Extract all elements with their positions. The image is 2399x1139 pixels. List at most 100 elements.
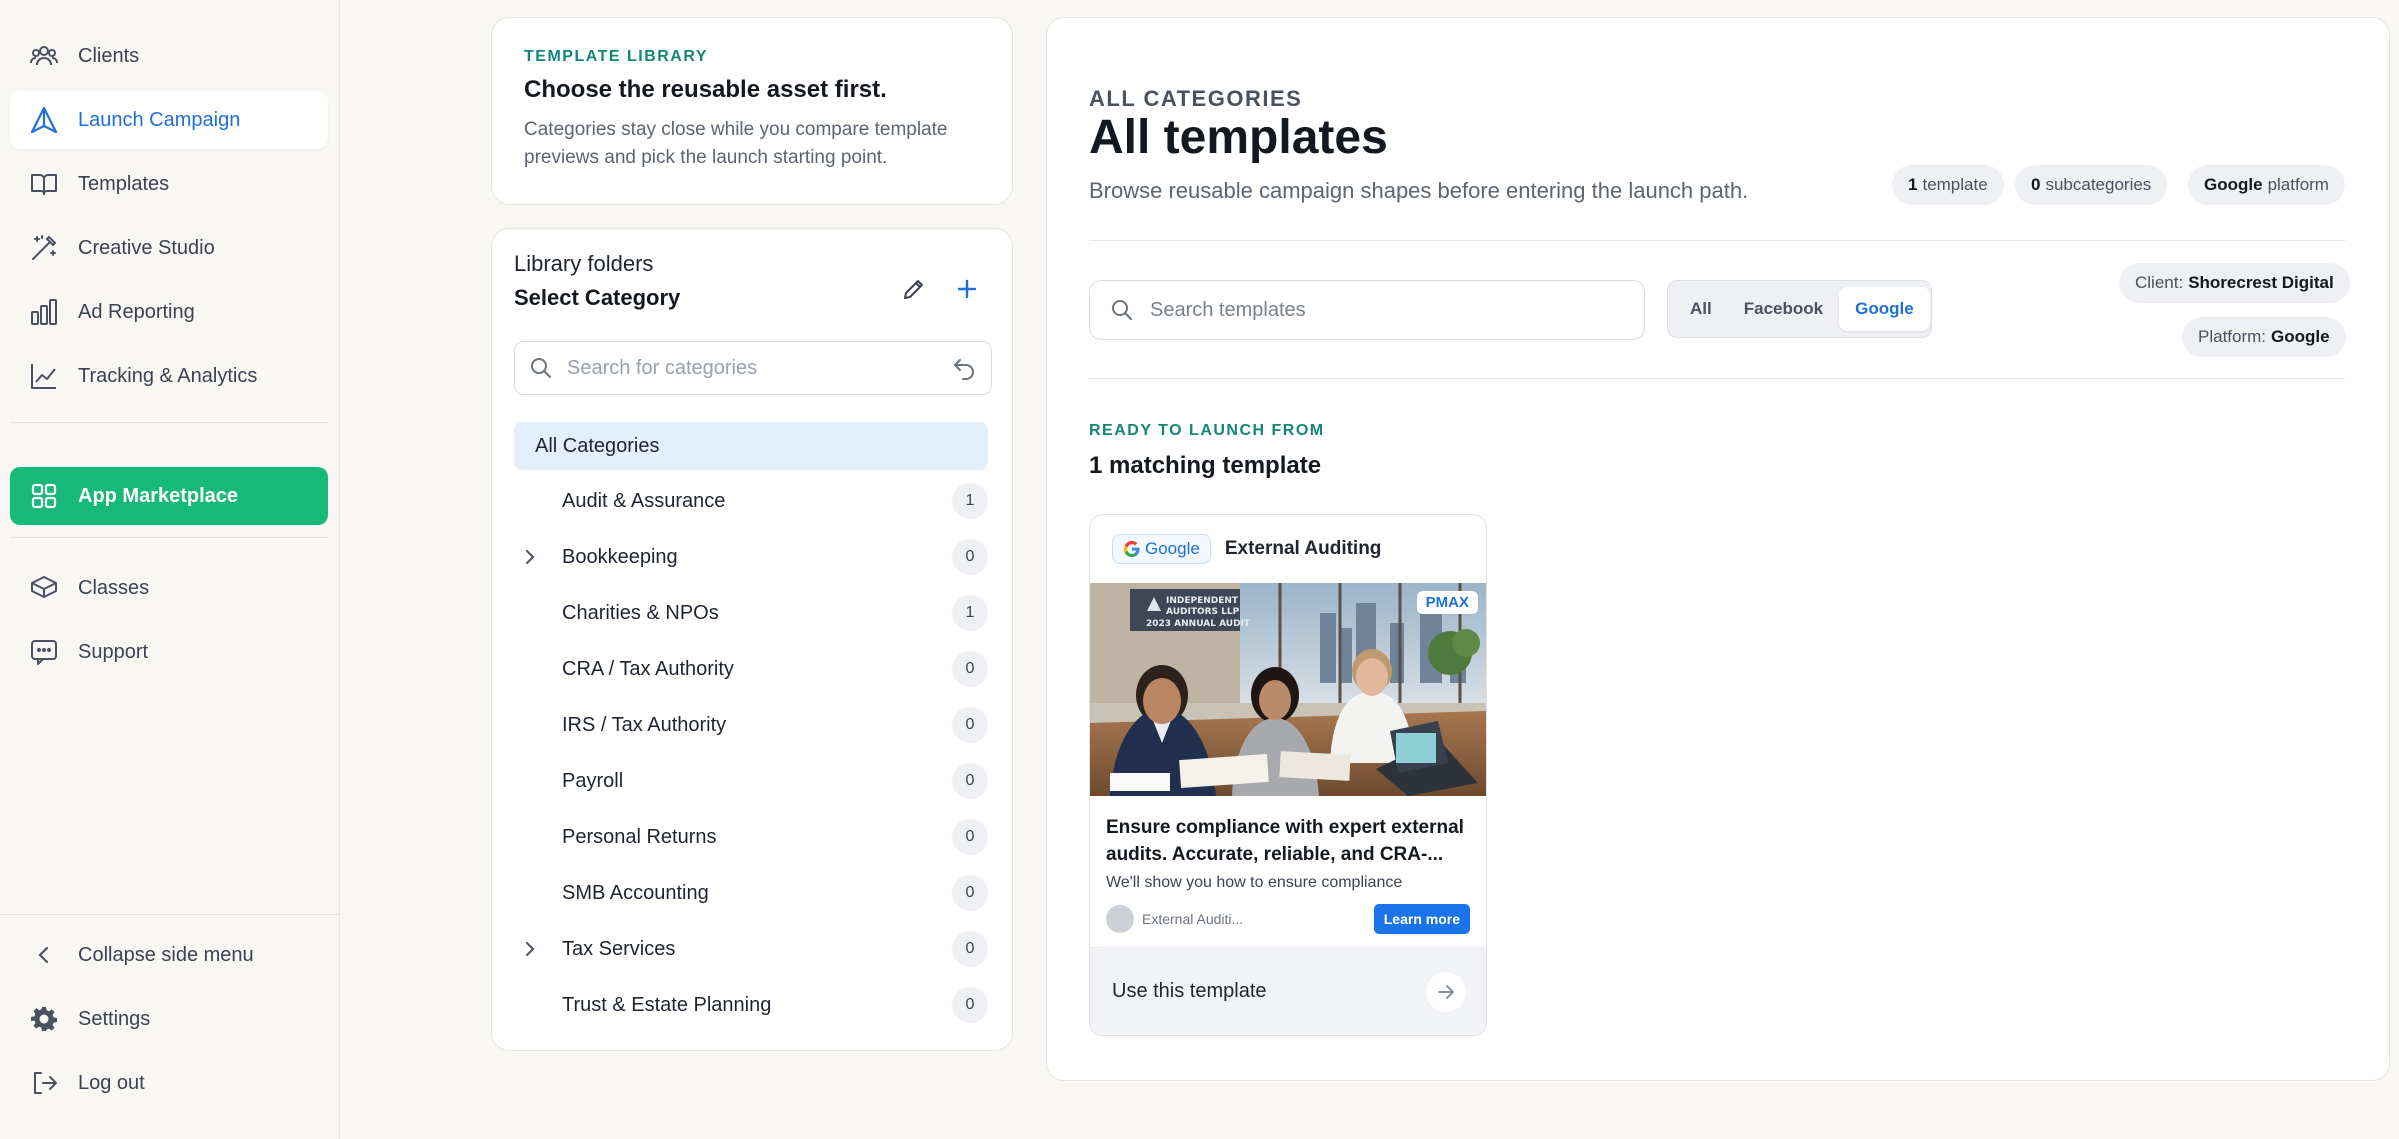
- stat-label: template: [1922, 175, 1988, 194]
- category-search: [514, 341, 992, 395]
- sign-line-2: AUDITORS LLP: [1166, 607, 1240, 617]
- intro-description: Categories stay close while you compare …: [524, 119, 948, 168]
- collapse-menu-button[interactable]: Collapse side menu: [10, 926, 328, 984]
- category-row[interactable]: Charities & NPOs 1: [514, 589, 988, 637]
- use-template-label: Use this template: [1112, 980, 1267, 1002]
- nav-label-creative-studio: Creative Studio: [78, 236, 215, 259]
- book-icon: [28, 168, 60, 200]
- pencil-icon: [901, 276, 927, 302]
- main-eyebrow: ALL CATEGORIES: [1089, 86, 1303, 111]
- graduation-cap-icon: [28, 572, 60, 604]
- folder-label: Library folders: [514, 251, 654, 276]
- category-row[interactable]: Tax Services 0: [514, 925, 988, 973]
- add-category-button[interactable]: [950, 272, 984, 306]
- chevron-left-icon: [28, 939, 60, 971]
- users-icon: [28, 40, 60, 72]
- bar-chart-icon: [28, 296, 60, 328]
- category-row[interactable]: Personal Returns 0: [514, 813, 988, 861]
- nav-item-launch-campaign[interactable]: Launch Campaign: [10, 91, 328, 149]
- nav-label-launch-campaign: Launch Campaign: [78, 108, 241, 131]
- filter-all[interactable]: All: [1674, 287, 1728, 331]
- folder-header: Library folders Select Category: [514, 251, 680, 311]
- platform-badge-label: Google: [1145, 539, 1200, 558]
- template-library-intro: TEMPLATE LIBRARY Choose the reusable ass…: [491, 17, 1013, 205]
- edit-category-button[interactable]: [897, 272, 931, 306]
- category-search-input[interactable]: [567, 356, 951, 380]
- category-name: SMB Accounting: [562, 881, 709, 904]
- stat-template-count: 1 template: [1892, 165, 2004, 205]
- gear-icon: [28, 1003, 60, 1035]
- client-value: Shorecrest Digital: [2188, 273, 2334, 292]
- category-count: 0: [952, 763, 988, 799]
- collapse-menu-label: Collapse side menu: [78, 943, 254, 966]
- platform-context-badge: Platform: Google: [2182, 317, 2346, 357]
- logout-icon: [28, 1067, 60, 1099]
- search-icon: [529, 356, 553, 380]
- campaign-type-badge: PMAX: [1416, 591, 1478, 614]
- templates-panel: ALL CATEGORIES All templates Browse reus…: [1046, 17, 2390, 1081]
- ad-preview-body: Ensure compliance with expert external a…: [1090, 796, 1486, 934]
- nav-item-classes[interactable]: Classes: [10, 559, 328, 617]
- logout-label: Log out: [78, 1071, 145, 1094]
- grid-icon: [28, 480, 60, 512]
- nav-label-classes: Classes: [78, 576, 150, 599]
- nav-item-support[interactable]: Support: [10, 623, 328, 681]
- category-row[interactable]: SMB Accounting 0: [514, 869, 988, 917]
- template-search-input[interactable]: [1150, 298, 1624, 322]
- stat-platform: Google platform: [2188, 165, 2345, 205]
- category-name: Trust & Estate Planning: [562, 993, 772, 1016]
- template-preview-image: INDEPENDENT AUDITORS LLP 2023 ANNUAL AUD…: [1090, 583, 1486, 796]
- undo-icon: [954, 359, 974, 380]
- template-card[interactable]: Google External Auditing INDEPENDENT AUD…: [1089, 514, 1487, 1036]
- learn-more-button[interactable]: Learn more: [1373, 904, 1470, 934]
- category-count: 0: [952, 819, 988, 855]
- results-title: 1 matching template: [1089, 452, 1322, 479]
- filter-facebook[interactable]: Facebook: [1728, 287, 1839, 331]
- category-row[interactable]: Audit & Assurance 1: [514, 477, 988, 525]
- category-name: Payroll: [562, 769, 624, 792]
- category-count: 0: [952, 875, 988, 911]
- chevron-right-icon[interactable]: [520, 939, 540, 959]
- category-row[interactable]: IRS / Tax Authority 0: [514, 701, 988, 749]
- reset-search-button[interactable]: [951, 355, 977, 381]
- nav-label-app-marketplace: App Marketplace: [78, 484, 239, 507]
- template-name: External Auditing: [1224, 538, 1382, 559]
- platform-filter: All Facebook Google: [1667, 280, 1932, 338]
- side-menu: Clients Launch Campaign Templates Creati…: [0, 0, 340, 1139]
- nav-label-templates: Templates: [78, 172, 170, 195]
- category-all-label: All Categories: [535, 434, 660, 457]
- nav-item-ad-reporting[interactable]: Ad Reporting: [10, 283, 328, 341]
- page-title: All templates: [1089, 111, 1388, 164]
- filter-divider: [1089, 378, 2345, 379]
- nav-item-tracking-analytics[interactable]: Tracking & Analytics: [10, 347, 328, 405]
- nav-item-clients[interactable]: Clients: [10, 27, 328, 85]
- stat-value: 0: [2031, 175, 2041, 194]
- category-name: Audit & Assurance: [562, 489, 726, 512]
- arrow-right-icon: [1426, 971, 1466, 1012]
- filter-google[interactable]: Google: [1839, 287, 1930, 331]
- nav-item-app-marketplace[interactable]: App Marketplace: [10, 467, 328, 525]
- category-name: Personal Returns: [562, 825, 717, 848]
- category-row[interactable]: Payroll 0: [514, 757, 988, 805]
- nav-item-settings[interactable]: Settings: [10, 990, 328, 1048]
- category-row[interactable]: Trust & Estate Planning 0: [514, 981, 988, 1029]
- page-description: Browse reusable campaign shapes before e…: [1089, 178, 1749, 203]
- chevron-right-icon[interactable]: [520, 547, 540, 567]
- category-row[interactable]: Bookkeeping 0: [514, 533, 988, 581]
- client-context-badge: Client: Shorecrest Digital: [2119, 263, 2350, 303]
- category-row[interactable]: CRA / Tax Authority 0: [514, 645, 988, 693]
- stat-value: 1: [1908, 175, 1918, 194]
- logout-button[interactable]: Log out: [10, 1054, 328, 1112]
- nav-item-creative-studio[interactable]: Creative Studio: [10, 219, 328, 277]
- platform-label: Platform:: [2198, 327, 2267, 346]
- nav-item-templates[interactable]: Templates: [10, 155, 328, 213]
- category-all[interactable]: All Categories: [514, 422, 988, 470]
- sidebar-divider: [10, 422, 328, 423]
- intro-eyebrow: TEMPLATE LIBRARY: [524, 48, 708, 65]
- chat-icon: [28, 636, 60, 668]
- folder-title: Select Category: [514, 285, 681, 310]
- use-template-button[interactable]: Use this template: [1090, 947, 1486, 1035]
- category-name: CRA / Tax Authority: [562, 657, 734, 680]
- sidebar-divider: [10, 537, 328, 538]
- category-name: Bookkeeping: [562, 545, 678, 568]
